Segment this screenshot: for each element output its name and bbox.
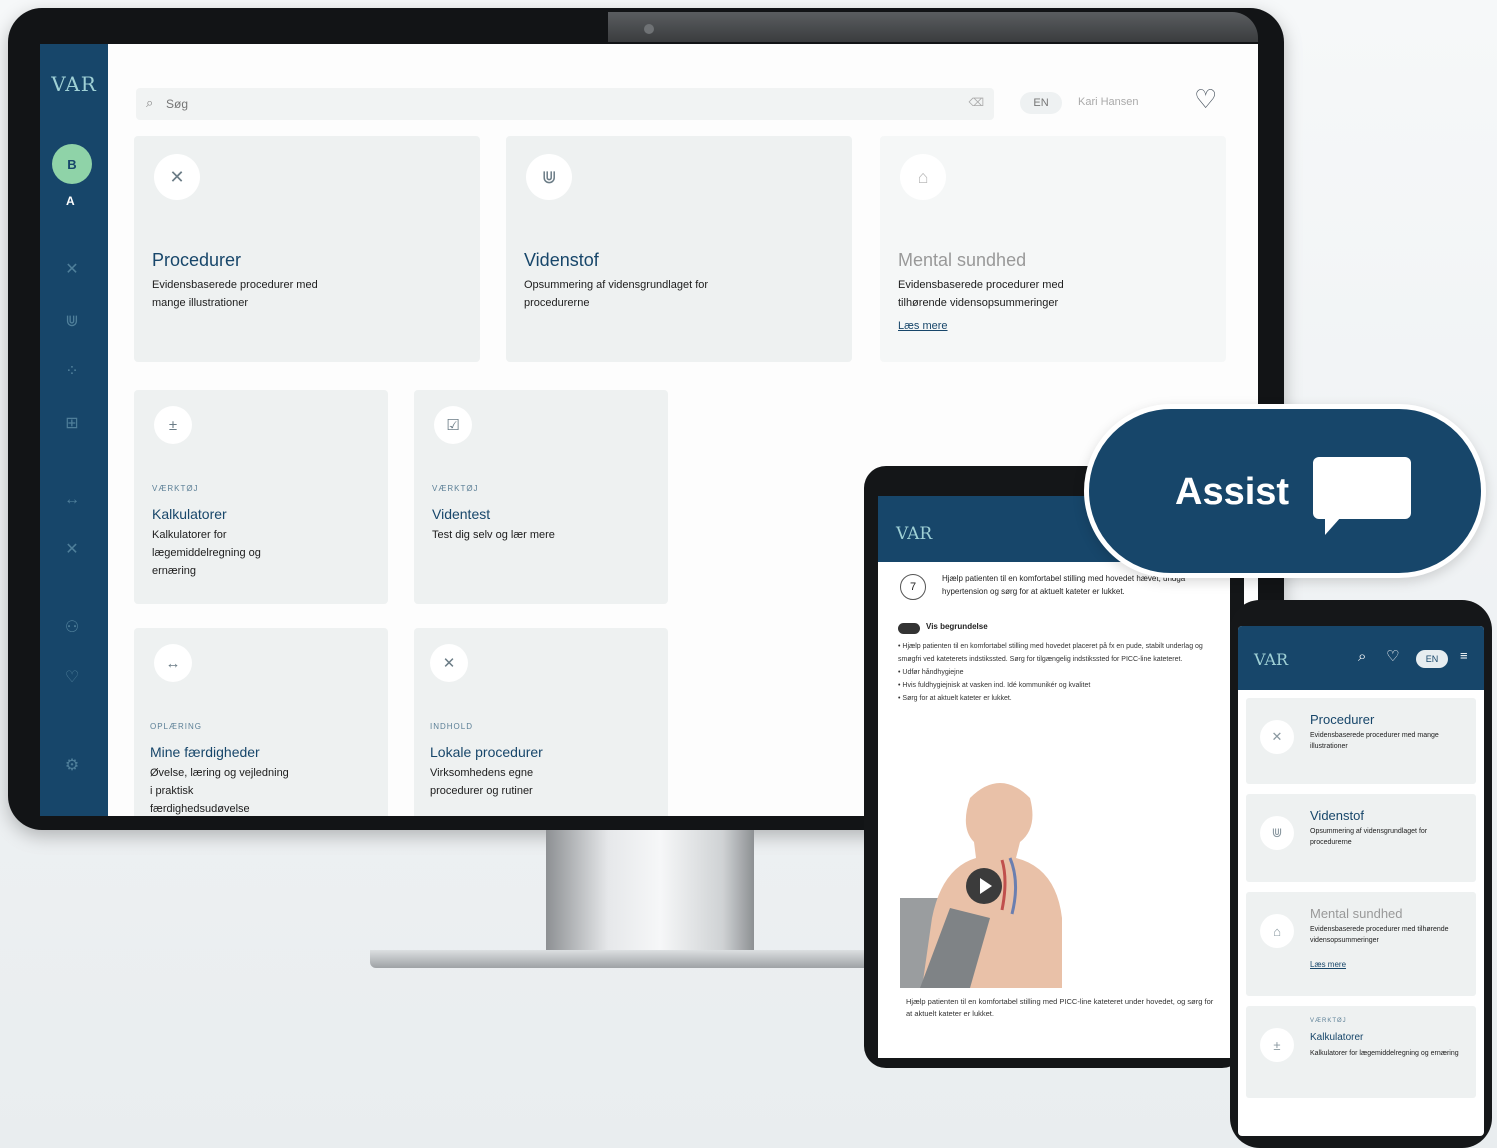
calculator-icon: ± [1260,1028,1294,1062]
calculator-icon[interactable]: ⊞ [60,414,84,434]
card-mine-faerdigheder[interactable]: ↔ OPLÆRING Mine færdigheder Øvelse, læri… [134,628,388,816]
chat-bubble-icon [1313,457,1411,535]
card-title: Videntest [432,506,491,522]
card-tag: INDHOLD [430,722,474,731]
card-videntest[interactable]: ☑ VÆRKTØJ Videntest Test dig selv og lær… [414,390,668,604]
card-videnstof[interactable]: ⋓ Videnstof Opsummering af vidensgrundla… [506,136,852,362]
logo[interactable]: VAR [1254,650,1288,669]
card-description: Test dig selv og lær mere [432,529,555,541]
language-toggle[interactable]: EN [1020,92,1062,114]
camera-icon [644,24,654,34]
knowledge-icon: ⋓ [526,154,572,200]
heart-icon[interactable]: ♡ [1386,647,1399,665]
list-item: Sørg for at aktuelt kateter er lukket. [898,692,1228,705]
knowledge-icon[interactable]: ⋓ [60,312,84,332]
clear-icon[interactable]: ⌫ [968,96,984,109]
card-kalkulatorer[interactable]: ± VÆRKTØJ Kalkulatorer Kalkulatorer for … [134,390,388,604]
checkbox-icon: ☑ [434,406,472,444]
card-title: Procedurer [152,250,242,270]
avatar[interactable]: B [52,144,92,184]
sidebar: VAR B A ✕ ⋓ ⁘ ⊞ ↔ ✕ ⚇ ♡ ⚙ [40,44,108,816]
list-item: Udfør håndhygiejne [898,666,1228,679]
sidebar-secondary-letter[interactable]: A [66,194,75,208]
monitor-bezel-highlight [608,12,1258,42]
card-procedurer[interactable]: ✕ Procedurer Evidensbaserede procedurer … [1246,698,1476,784]
card-title: Procedurer [1310,712,1375,727]
card-title: Videnstof [524,250,599,270]
card-description: Øvelse, læring og vejledning i praktisk … [150,767,289,815]
phone-header: VAR ⌕ ♡ EN ≡ [1238,626,1484,690]
search-bar[interactable]: ⌕ ⌫ [136,88,994,120]
search-icon: ⌕ [146,95,154,110]
card-title: Kalkulatorer [152,506,227,522]
monitor-base [370,950,890,968]
card-title: Lokale procedurer [430,744,543,760]
card-lokale-procedurer[interactable]: ✕ INDHOLD Lokale procedurer Virksomheden… [414,628,668,816]
card-description: Evidensbaserede procedurer med mange ill… [152,279,318,309]
card-mental-sundhed[interactable]: ⌂ Mental sundhed Evidensbaserede procedu… [1246,892,1476,996]
assist-label: Assist [1175,471,1290,513]
procedures-icon: ✕ [430,644,468,682]
card-tag: VÆRKTØJ [432,484,479,493]
rationale-list: Hjælp patienten til en komfortabel still… [898,640,1228,705]
arrows-icon[interactable]: ↔ [60,490,84,510]
card-description: Evidensbaserede procedurer med mange ill… [1310,732,1439,750]
card-tag: OPLÆRING [150,722,203,731]
card-tag: VÆRKTØJ [152,484,199,493]
assist-button[interactable]: Assist [1084,404,1486,578]
card-title: Mental sundhed [898,250,1027,270]
card-description: Evidensbaserede procedurer med tilhørend… [1310,926,1449,944]
card-mental-sundhed[interactable]: ⌂ Mental sundhed Evidensbaserede procedu… [880,136,1226,362]
procedures-icon: ✕ [1260,720,1294,754]
list-item: Hvis fuldhygiejnisk at vasken ind. Idé k… [898,679,1228,692]
card-title: Mine færdigheder [150,744,260,760]
phone-device: VAR ⌕ ♡ EN ≡ ✕ Procedurer Evidensbasered… [1230,600,1492,1148]
phone-screen: VAR ⌕ ♡ EN ≡ ✕ Procedurer Evidensbasered… [1238,626,1484,1136]
favorites-heart-icon[interactable]: ♡ [1194,84,1217,115]
card-description: Opsummering af vidensgrundlaget for proc… [1310,828,1428,846]
list-item: Hjælp patienten til en komfortabel still… [898,640,1228,666]
card-videnstof[interactable]: ⋓ Videnstof Opsummering af vidensgrundla… [1246,794,1476,882]
monitor-stand [546,830,754,954]
card-title: Kalkulatorer [1310,1032,1364,1043]
card-description: Kalkulatorer for lægemiddelregning og er… [1310,1050,1459,1057]
procedures-icon: ✕ [154,154,200,200]
read-more-link[interactable]: Læs mere [1310,960,1346,969]
procedures-icon[interactable]: ✕ [60,260,84,280]
calculator-icon: ± [154,406,192,444]
card-tag: VÆRKTØJ [1310,1018,1347,1024]
step-number: 7 [900,574,926,600]
heart-icon[interactable]: ♡ [60,668,84,688]
grid-icon[interactable]: ⁘ [60,362,84,382]
knowledge-icon: ⋓ [1260,816,1294,850]
illustration-caption: Hjælp patienten til en komfortabel still… [906,997,1214,1018]
logo[interactable]: VAR [896,524,932,544]
logo[interactable]: VAR [50,72,98,96]
language-toggle[interactable]: EN [1416,650,1448,668]
card-description: Kalkulatorer for lægemiddelregning og er… [152,529,261,577]
lock-icon: ⌂ [1260,914,1294,948]
card-procedurer[interactable]: ✕ Procedurer Evidensbaserede procedurer … [134,136,480,362]
search-icon[interactable]: ⌕ [1358,648,1366,665]
read-more-link[interactable]: Læs mere [898,320,948,332]
card-title: Videnstof [1310,808,1364,823]
people-icon[interactable]: ⚇ [60,618,84,638]
lock-icon: ⌂ [900,154,946,200]
network-icon[interactable]: ✕ [60,540,84,560]
user-name[interactable]: Kari Hansen [1078,96,1139,108]
tablet-screen: VAR 7 Hjælp patienten til en komfortabel… [878,496,1230,1058]
card-kalkulatorer[interactable]: ± VÆRKTØJ Kalkulatorer Kalkulatorer for … [1246,1006,1476,1098]
rationale-toggle[interactable] [898,623,920,634]
search-input[interactable] [166,94,946,114]
medical-illustration [900,783,1062,988]
card-description: Evidensbaserede procedurer med tilhørend… [898,279,1064,309]
settings-icon[interactable]: ⚙ [60,756,84,776]
card-description: Opsummering af vidensgrundlaget for proc… [524,279,709,309]
menu-icon[interactable]: ≡ [1460,648,1468,663]
rationale-toggle-label: Vis begrundelse [926,622,988,631]
card-title: Mental sundhed [1310,906,1403,921]
arrows-icon: ↔ [154,644,192,682]
card-description: Virksomhedens egne procedurer og rutiner [430,767,534,797]
